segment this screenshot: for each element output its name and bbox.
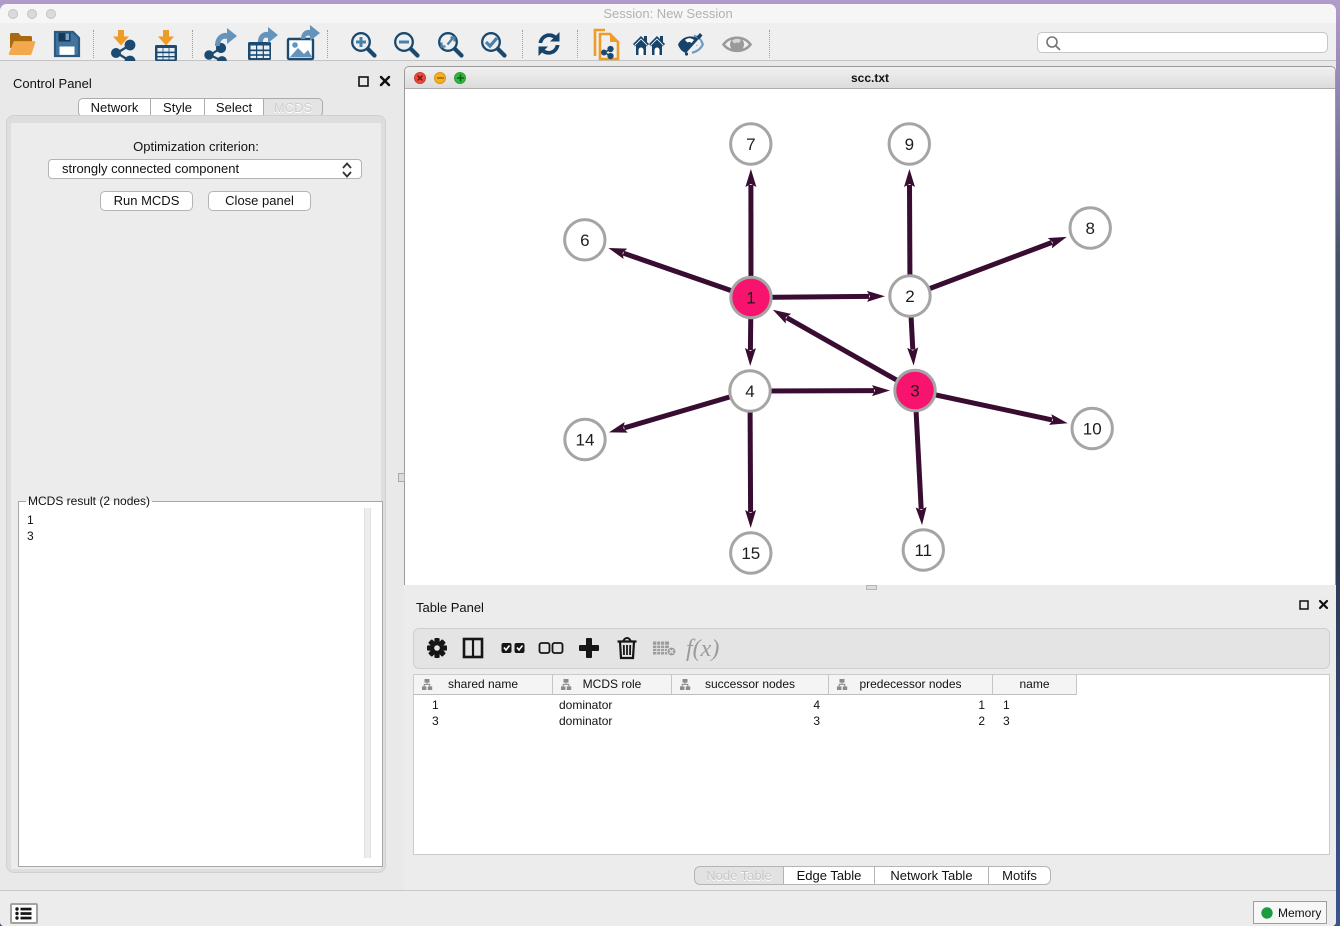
svg-text:9: 9: [905, 135, 914, 154]
svg-text:15: 15: [741, 544, 760, 563]
svg-text:10: 10: [1083, 420, 1102, 439]
svg-text:1: 1: [746, 289, 755, 308]
svg-text:4: 4: [745, 382, 754, 401]
svg-text:2: 2: [905, 287, 914, 306]
svg-text:3: 3: [910, 382, 919, 401]
svg-text:11: 11: [914, 541, 932, 560]
svg-text:14: 14: [576, 431, 595, 450]
svg-text:6: 6: [580, 231, 589, 250]
svg-text:7: 7: [746, 135, 755, 154]
svg-text:f(x): f(x): [686, 636, 719, 662]
svg-text:8: 8: [1085, 219, 1094, 238]
